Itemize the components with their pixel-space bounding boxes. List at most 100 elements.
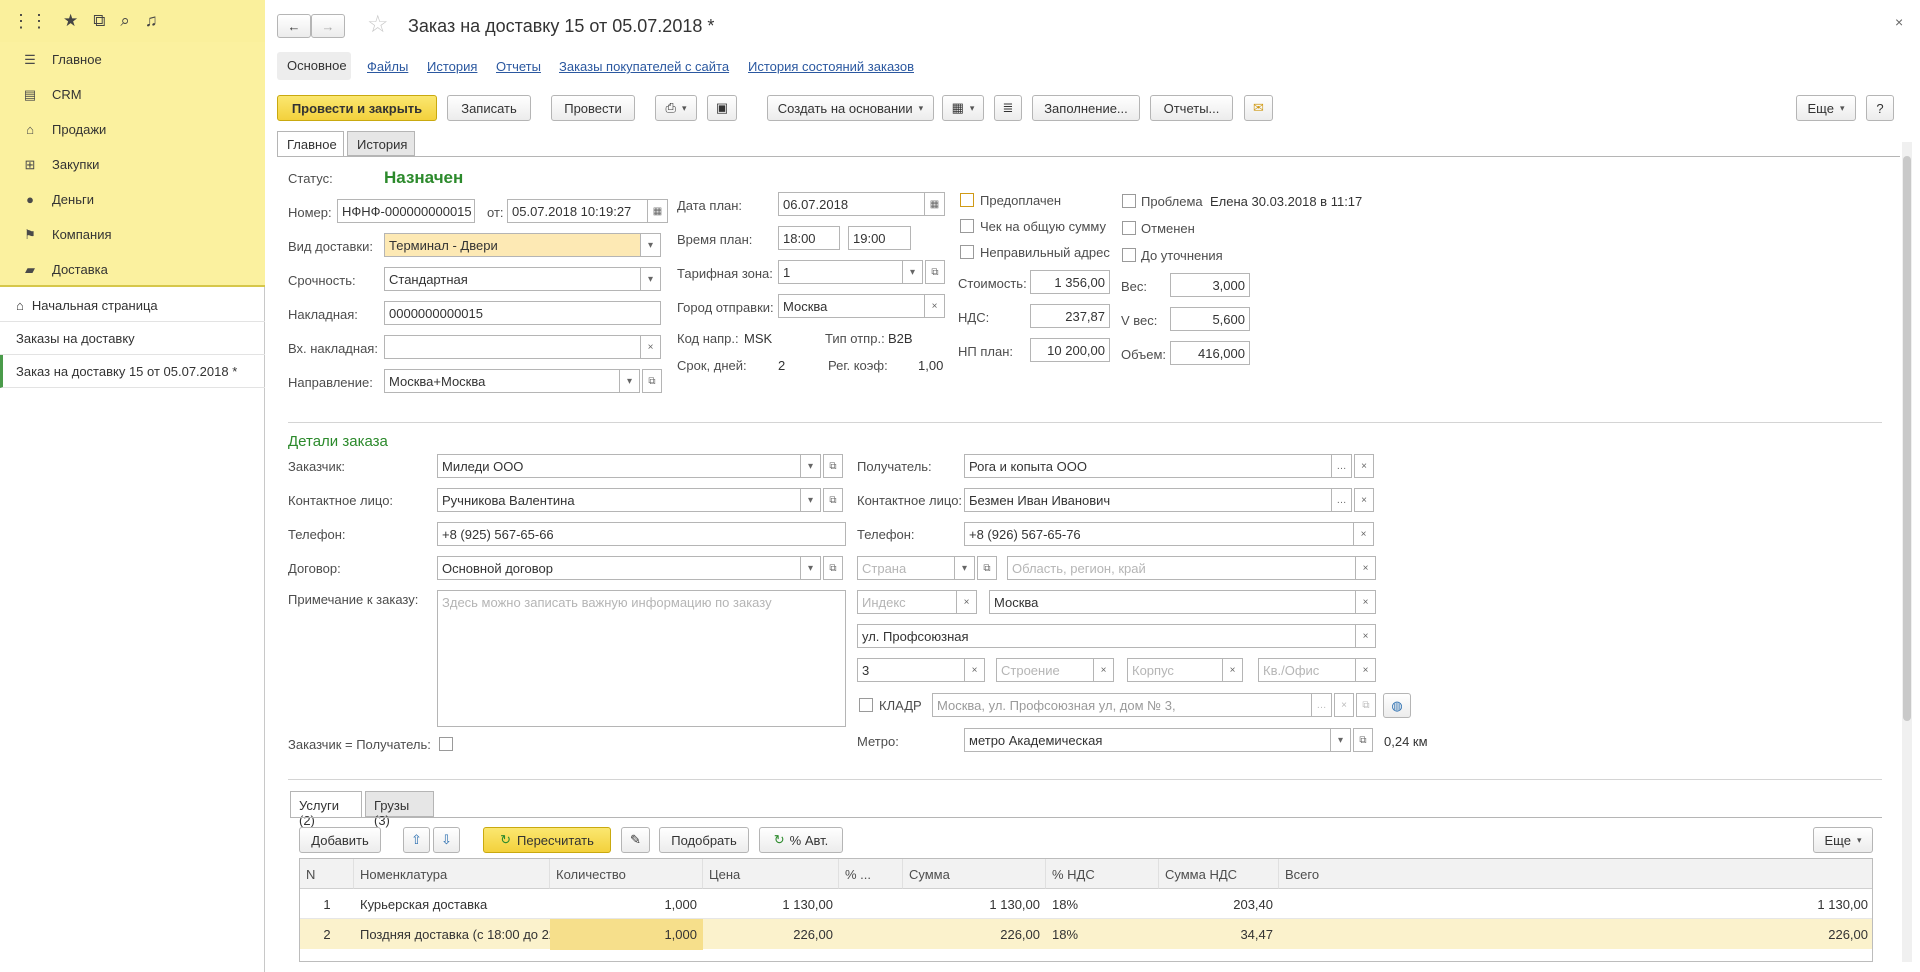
r-contact-field[interactable]: Безмен Иван Иванович	[964, 488, 1332, 512]
open-delivery-orders[interactable]: Заказы на доставку	[0, 322, 265, 355]
number-field[interactable]: НФНФ-000000000015	[337, 199, 475, 223]
np-field[interactable]: 10 200,00	[1030, 338, 1110, 362]
column-header[interactable]: Номенклатура	[354, 859, 550, 889]
open-current-order[interactable]: Заказ на доставку 15 от 05.07.2018 *	[0, 355, 265, 388]
help-button[interactable]: ?	[1866, 95, 1894, 121]
chevron-down-icon[interactable]: ▾	[955, 556, 975, 580]
tab-cargo[interactable]: Грузы (3)	[365, 791, 434, 828]
street-field[interactable]: ул. Профсоюзная	[857, 624, 1356, 648]
clear-icon[interactable]: ×	[1354, 488, 1374, 512]
volume-field[interactable]: 416,000	[1170, 341, 1250, 365]
fill-button[interactable]: Заполнение...	[1032, 95, 1140, 121]
open-icon[interactable]: ⧉	[642, 369, 662, 393]
email-button[interactable]: ✉	[1244, 95, 1273, 121]
metro-field[interactable]: метро Академическая	[964, 728, 1331, 752]
calendar-icon[interactable]: ▦	[648, 199, 668, 223]
contract-field[interactable]: Основной договор	[437, 556, 801, 580]
nav-status-history[interactable]: История состояний заказов	[748, 59, 914, 74]
cost-field[interactable]: 1 356,00	[1030, 270, 1110, 294]
section-crm[interactable]: ▤ CRM	[0, 77, 265, 112]
clear-icon[interactable]: ×	[1356, 556, 1376, 580]
city-field[interactable]: Москва	[778, 294, 925, 318]
tab-history[interactable]: История	[347, 131, 415, 156]
corpus-field[interactable]: Корпус	[1127, 658, 1223, 682]
date-field[interactable]: 05.07.2018 10:19:27	[507, 199, 648, 223]
time-from-field[interactable]: 18:00	[778, 226, 840, 250]
close-icon[interactable]: ×	[1895, 14, 1903, 30]
problem-checkbox[interactable]	[1122, 194, 1136, 208]
country-field[interactable]: Страна	[857, 556, 955, 580]
chevron-down-icon[interactable]: ▾	[801, 488, 821, 512]
vat-field[interactable]: 237,87	[1030, 304, 1110, 328]
table-row[interactable]: 1 Курьерская доставка 1,000 1 130,00 1 1…	[300, 889, 1872, 919]
open-icon[interactable]: ⧉	[925, 260, 945, 284]
clear-icon[interactable]: ×	[1094, 658, 1114, 682]
section-company[interactable]: ⚑ Компания	[0, 217, 265, 252]
contact-field[interactable]: Ручникова Валентина	[437, 488, 801, 512]
column-header[interactable]: Сумма	[903, 859, 1046, 889]
recalc-button[interactable]: ↻ Пересчитать	[483, 827, 611, 853]
column-header[interactable]: Всего	[1279, 859, 1872, 889]
customer-field[interactable]: Миледи ООО	[437, 454, 801, 478]
prepaid-checkbox[interactable]	[960, 193, 974, 207]
clear-icon[interactable]: ×	[1334, 693, 1354, 717]
direction-select[interactable]: Москва+Москва	[384, 369, 620, 393]
column-header[interactable]: N	[300, 859, 354, 889]
scrollbar[interactable]	[1902, 142, 1912, 962]
print-button[interactable]: ⎙	[655, 95, 697, 121]
chevron-down-icon[interactable]: ▾	[1331, 728, 1351, 752]
clear-icon[interactable]: ×	[1356, 624, 1376, 648]
vweight-field[interactable]: 5,600	[1170, 307, 1250, 331]
chevron-down-icon[interactable]: ▾	[641, 233, 661, 257]
clear-icon[interactable]: ×	[1356, 658, 1376, 682]
select-icon[interactable]: …	[1332, 454, 1352, 478]
bell-icon[interactable]: ♫	[145, 11, 158, 31]
tab-main[interactable]: Главное	[277, 131, 344, 157]
section-purchases[interactable]: ⊞ Закупки	[0, 147, 265, 182]
clear-icon[interactable]: ×	[925, 294, 945, 318]
column-header[interactable]: Количество	[550, 859, 703, 889]
attach-button[interactable]: ▣	[707, 95, 737, 121]
auto-percent-button[interactable]: ↻% Авт.	[759, 827, 843, 853]
back-button[interactable]: ←	[277, 14, 311, 38]
r-phone-field[interactable]: +8 (926) 567-65-76	[964, 522, 1354, 546]
date-plan-field[interactable]: 06.07.2018	[778, 192, 925, 216]
select-icon[interactable]: …	[1332, 488, 1352, 512]
copy-button[interactable]: ▦	[942, 95, 984, 121]
create-based-on-button[interactable]: Создать на основании	[767, 95, 934, 121]
post-and-close-button[interactable]: Провести и закрыть	[277, 95, 437, 121]
chevron-down-icon[interactable]: ▾	[641, 267, 661, 291]
urgency-select[interactable]: Стандартная	[384, 267, 641, 291]
tariff-select[interactable]: 1	[778, 260, 903, 284]
section-money[interactable]: ● Деньги	[0, 182, 265, 217]
services-more-button[interactable]: Еще	[1813, 827, 1873, 853]
chevron-down-icon[interactable]: ▾	[801, 454, 821, 478]
add-button[interactable]: Добавить	[299, 827, 381, 853]
table-row[interactable]: 2 Поздняя доставка (с 18:00 до 22:00) 1,…	[300, 919, 1872, 950]
scrollbar-thumb[interactable]	[1903, 156, 1911, 721]
open-icon[interactable]: ⧉	[823, 488, 843, 512]
wrong-address-checkbox[interactable]	[960, 245, 974, 259]
globe-button[interactable]: ◍	[1383, 693, 1411, 718]
cancelled-checkbox[interactable]	[1122, 221, 1136, 235]
pick-button[interactable]: Подобрать	[659, 827, 749, 853]
in-waybill-field[interactable]	[384, 335, 641, 359]
nav-reports[interactable]: Отчеты	[496, 59, 541, 74]
clear-icon[interactable]: ×	[965, 658, 985, 682]
open-icon[interactable]: ⧉	[1356, 693, 1376, 717]
select-icon[interactable]: …	[1312, 693, 1332, 717]
open-icon[interactable]: ⧉	[1353, 728, 1373, 752]
nav-files[interactable]: Файлы	[367, 59, 408, 74]
nav-site-orders[interactable]: Заказы покупателей с сайта	[559, 59, 729, 74]
open-home-page[interactable]: ⌂ Начальная страница	[0, 289, 265, 322]
move-up-button[interactable]: ⇧	[403, 827, 430, 853]
favorites-star-icon[interactable]: ★	[63, 11, 78, 31]
section-delivery[interactable]: ▰ Доставка	[0, 252, 265, 287]
same-checkbox[interactable]	[439, 737, 453, 751]
house-field[interactable]: 3	[857, 658, 965, 682]
index-field[interactable]: Индекс	[857, 590, 957, 614]
eraser-button[interactable]: ✎	[621, 827, 650, 853]
nav-history[interactable]: История	[427, 59, 477, 74]
clear-icon[interactable]: ×	[957, 590, 977, 614]
chevron-down-icon[interactable]: ▾	[903, 260, 923, 284]
